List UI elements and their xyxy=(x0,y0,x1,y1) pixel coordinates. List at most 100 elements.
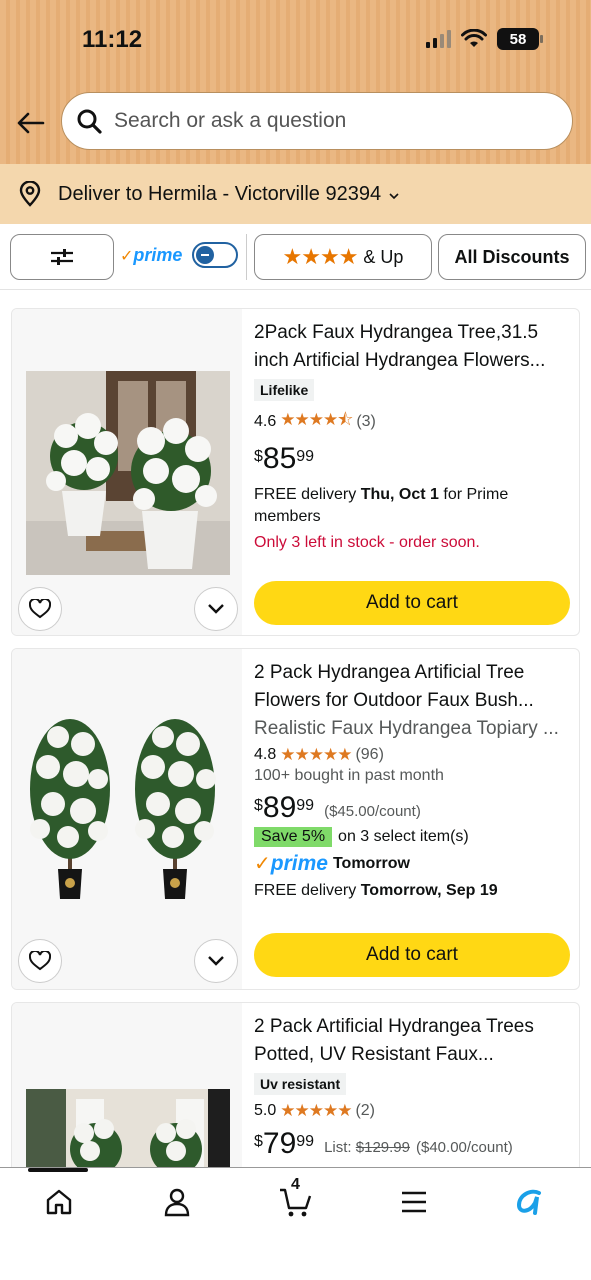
price-symbol: $ xyxy=(254,1133,263,1150)
list-price: List: $129.99 xyxy=(324,1139,410,1156)
product-image[interactable] xyxy=(28,719,228,909)
prime-logo: ✓prime xyxy=(120,244,183,265)
delivery-location-bar[interactable]: Deliver to Hermila - Victorville 92394 xyxy=(0,164,591,224)
product-card[interactable]: 2Pack Faux Hydrangea Tree,31.5 inch Arti… xyxy=(11,308,580,636)
tab-cart[interactable]: 4 xyxy=(274,1176,318,1222)
price-symbol: $ xyxy=(254,797,263,814)
status-time: 11:12 xyxy=(82,26,143,53)
review-count: (96) xyxy=(355,746,384,763)
product-info: 2 Pack Artificial Hydrangea Trees Potted… xyxy=(254,1013,574,1159)
status-icons: 58 xyxy=(426,28,543,50)
stock-warning: Only 3 left in stock - order soon. xyxy=(254,534,480,551)
tab-account[interactable] xyxy=(155,1182,199,1222)
rating-value: 4.8 xyxy=(254,746,277,763)
prime-day: Tomorrow xyxy=(332,854,410,872)
save-badge: Save 5% xyxy=(254,827,333,847)
chevron-down-icon xyxy=(208,956,224,966)
product-image[interactable] xyxy=(26,371,230,575)
all-discounts-button[interactable]: All Discounts xyxy=(438,234,586,280)
review-count: (3) xyxy=(356,412,376,430)
price-fraction: 99 xyxy=(296,448,315,465)
rating-row[interactable]: 5.0 ★★★★★ (2) xyxy=(254,1101,574,1121)
delivery-location-text: Deliver to Hermila - Victorville 92394 xyxy=(58,182,382,205)
product-image-area[interactable] xyxy=(12,309,242,635)
price: $ 85 99 xyxy=(254,444,574,474)
price: $ 79 99 List: $129.99 ($40.00/count) xyxy=(254,1129,574,1159)
four-stars-icon: ★★★★ xyxy=(282,244,359,269)
filter-bar: ✓prime ★★★★ & Up All Discounts xyxy=(0,224,591,290)
delivery-info: FREE delivery Thu, Oct 1 for Prime membe… xyxy=(254,486,509,525)
product-title[interactable]: 2 Pack Artificial Hydrangea Trees Potted… xyxy=(254,1013,574,1069)
prime-delivery-row: ✓ prime Tomorrow xyxy=(254,851,410,876)
rating-value: 4.6 xyxy=(254,412,277,430)
chevron-down-icon xyxy=(208,604,224,614)
rating-filter-button[interactable]: ★★★★ & Up xyxy=(254,234,432,280)
active-tab-indicator xyxy=(28,1168,88,1172)
all-discounts-label: All Discounts xyxy=(454,246,570,267)
heart-icon xyxy=(29,951,51,971)
filter-divider xyxy=(246,234,247,280)
product-badge: Lifelike xyxy=(254,379,315,401)
rufus-assistant-icon xyxy=(516,1189,541,1215)
review-count: (2) xyxy=(355,1102,376,1119)
back-arrow-icon[interactable] xyxy=(16,108,46,138)
prime-toggle-switch[interactable] xyxy=(192,242,239,268)
product-subtitle[interactable]: Realistic Faux Hydrangea Topiary ... xyxy=(254,715,574,743)
tab-rufus[interactable] xyxy=(508,1182,552,1222)
rating-stars-icon: ★★★★★ xyxy=(280,745,352,764)
product-info: 2Pack Faux Hydrangea Tree,31.5 inch Arti… xyxy=(254,319,574,552)
price-symbol: $ xyxy=(254,448,263,465)
tab-menu[interactable] xyxy=(392,1182,436,1222)
header: 11:12 58 xyxy=(0,0,591,164)
search-icon xyxy=(77,109,102,134)
price-whole: 85 xyxy=(262,442,297,475)
prime-logo: prime xyxy=(270,851,328,875)
rating-stars-icon: ★★★★⯪ xyxy=(280,410,353,429)
save-text: on 3 select item(s) xyxy=(338,828,469,845)
location-pin-icon xyxy=(19,181,41,207)
product-card[interactable]: 2 Pack Artificial Hydrangea Trees Potted… xyxy=(11,1002,580,1167)
tab-home[interactable] xyxy=(37,1182,81,1222)
product-image-area[interactable] xyxy=(12,649,242,989)
unit-price: ($45.00/count) xyxy=(324,803,421,820)
rating-filter-label: & Up xyxy=(363,246,404,267)
rating-row[interactable]: 4.8 ★★★★★ (96) xyxy=(254,745,574,765)
sliders-icon xyxy=(51,249,73,265)
price: $ 89 99 ($45.00/count) xyxy=(254,793,574,823)
add-to-cart-button[interactable]: Add to cart xyxy=(254,581,570,625)
price-fraction: 99 xyxy=(296,797,315,814)
product-title[interactable]: 2 Pack Hydrangea Artificial Tree Flowers… xyxy=(254,659,574,715)
delivery-info: FREE delivery Tomorrow, Sep 19 xyxy=(254,882,498,899)
more-options-button[interactable] xyxy=(194,587,238,631)
search-input[interactable] xyxy=(114,109,534,133)
product-info: 2 Pack Hydrangea Artificial Tree Flowers… xyxy=(254,659,574,902)
more-options-button[interactable] xyxy=(194,939,238,983)
signal-icon xyxy=(426,30,451,48)
product-badge: Uv resistant xyxy=(254,1073,347,1095)
price-whole: 79 xyxy=(262,1127,297,1160)
product-title[interactable]: 2Pack Faux Hydrangea Tree,31.5 inch Arti… xyxy=(254,319,574,375)
filter-settings-button[interactable] xyxy=(10,234,114,280)
product-card[interactable]: 2 Pack Hydrangea Artificial Tree Flowers… xyxy=(11,648,580,990)
battery-icon: 58 xyxy=(497,28,543,50)
bottom-tab-bar: 4 xyxy=(0,1167,591,1280)
home-icon xyxy=(46,1189,72,1215)
rating-row[interactable]: 4.6 ★★★★⯪ (3) xyxy=(254,407,574,436)
results-list: 2Pack Faux Hydrangea Tree,31.5 inch Arti… xyxy=(0,291,591,1167)
prime-toggle[interactable]: ✓prime xyxy=(120,242,239,268)
wifi-icon xyxy=(461,29,487,47)
rating-value: 5.0 xyxy=(254,1102,277,1119)
unit-price: ($40.00/count) xyxy=(416,1139,513,1156)
product-image-area[interactable] xyxy=(12,1003,242,1167)
coupon-row[interactable]: Save 5% on 3 select item(s) xyxy=(254,827,574,847)
wishlist-button[interactable] xyxy=(18,587,62,631)
price-fraction: 99 xyxy=(296,1133,315,1150)
product-image[interactable] xyxy=(26,1089,230,1167)
add-to-cart-button[interactable]: Add to cart xyxy=(254,933,570,977)
wishlist-button[interactable] xyxy=(18,939,62,983)
price-whole: 89 xyxy=(262,791,297,824)
person-icon xyxy=(164,1188,190,1217)
menu-icon xyxy=(402,1191,426,1213)
search-bar[interactable] xyxy=(61,92,573,150)
rating-stars-icon: ★★★★★ xyxy=(280,1101,352,1120)
